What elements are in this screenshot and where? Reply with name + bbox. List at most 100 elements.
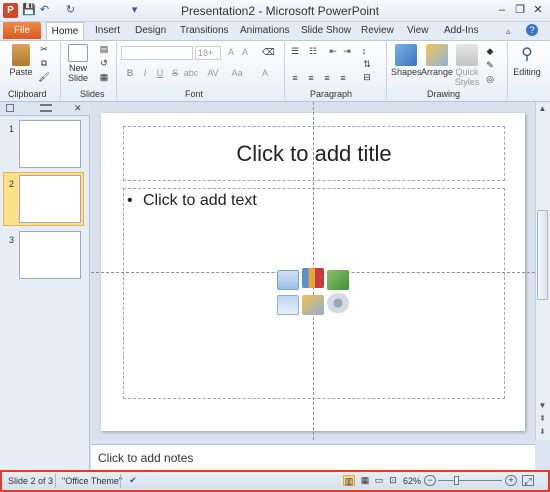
theme-name[interactable]: "Office Theme"	[62, 476, 122, 486]
slide-sorter-icon[interactable]: ▦	[359, 475, 371, 486]
quick-styles-button[interactable]: Quick Styles	[454, 44, 480, 87]
zoom-slider[interactable]	[438, 480, 502, 481]
tab-review[interactable]: Review	[361, 25, 394, 36]
help-icon[interactable]: ?	[526, 24, 538, 36]
justify-icon[interactable]: ≡	[337, 73, 349, 84]
bullets-icon[interactable]: ☰	[289, 46, 301, 57]
zoom-slider-thumb[interactable]	[454, 476, 459, 485]
customize-qat-icon[interactable]: ▾	[128, 4, 141, 17]
shapes-button[interactable]: Shapes	[391, 44, 422, 77]
align-center-icon[interactable]: ≡	[305, 73, 317, 84]
underline-icon[interactable]: U	[154, 68, 166, 79]
format-painter-icon[interactable]: 🖌	[38, 72, 50, 83]
character-spacing-icon[interactable]: AV	[205, 68, 221, 79]
insert-chart-icon[interactable]	[302, 268, 324, 288]
grow-font-icon[interactable]: A	[225, 47, 237, 58]
new-slide-label: New Slide	[67, 63, 88, 83]
insert-clip-art-icon[interactable]	[302, 295, 324, 315]
strikethrough-icon[interactable]: S	[169, 68, 181, 79]
save-icon[interactable]: 💾	[22, 4, 36, 17]
close-button[interactable]: ✕	[530, 3, 546, 18]
group-separator	[116, 42, 117, 99]
fit-slide-icon[interactable]: ⤢	[522, 475, 534, 486]
outline-tab-icon[interactable]	[40, 104, 52, 112]
tab-view[interactable]: View	[407, 25, 429, 36]
tab-file[interactable]: File	[3, 22, 41, 39]
group-separator	[60, 42, 61, 99]
shape-outline-icon[interactable]: ✎	[484, 60, 496, 71]
clear-formatting-icon[interactable]: ⌫	[262, 47, 275, 58]
tab-insert[interactable]: Insert	[95, 25, 120, 36]
slide-show-icon[interactable]: ⊡	[387, 475, 399, 486]
align-right-icon[interactable]: ≡	[321, 73, 333, 84]
previous-slide-icon[interactable]: ⇞	[536, 413, 549, 425]
shape-effects-icon[interactable]: ◎	[484, 74, 496, 85]
minimize-button[interactable]: –	[494, 3, 510, 18]
zoom-level[interactable]: 62%	[403, 476, 421, 486]
zoom-in-button[interactable]: +	[505, 475, 517, 486]
title-placeholder[interactable]: Click to add title	[123, 126, 505, 181]
next-slide-icon[interactable]: ⇟	[536, 426, 549, 438]
clipboard-icon	[12, 44, 30, 66]
align-text-icon[interactable]: ⊟	[361, 72, 373, 83]
shape-fill-icon[interactable]: ◆	[484, 46, 496, 57]
tab-animations[interactable]: Animations	[240, 25, 289, 36]
copy-icon[interactable]: ⧉	[38, 58, 50, 69]
normal-view-icon[interactable]: ▥	[343, 475, 355, 486]
arrange-button[interactable]: Arrange	[421, 44, 453, 77]
content-placeholder-text: Click to add text	[143, 192, 257, 209]
minimize-ribbon-icon[interactable]: ▵	[506, 26, 511, 37]
scroll-up-icon[interactable]: ▲	[536, 103, 549, 115]
slide-thumbnail-1[interactable]	[19, 120, 81, 168]
tab-add-ins[interactable]: Add-Ins	[444, 25, 478, 36]
editing-button[interactable]: ⚲ Editing	[511, 44, 543, 77]
tab-slide-show[interactable]: Slide Show	[301, 25, 351, 36]
section-icon[interactable]: ▦	[98, 72, 110, 83]
close-panel-icon[interactable]: ✕	[74, 103, 82, 114]
tab-home[interactable]: Home	[46, 22, 84, 41]
insert-picture-icon[interactable]	[277, 295, 299, 315]
insert-table-icon[interactable]	[277, 270, 299, 290]
line-spacing-icon[interactable]: ↕	[358, 46, 370, 57]
decrease-indent-icon[interactable]: ⇤	[327, 46, 339, 57]
font-size-combo[interactable]: 18+	[195, 46, 221, 60]
bold-icon[interactable]: B	[124, 68, 136, 79]
shrink-font-icon[interactable]: A	[239, 47, 251, 58]
change-case-icon[interactable]: Aa	[229, 68, 245, 79]
thumbnail-number: 2	[9, 179, 15, 189]
new-slide-button[interactable]: New Slide	[64, 44, 92, 83]
shadow-icon[interactable]: abc	[183, 68, 199, 79]
thumbnail-number: 3	[9, 235, 15, 245]
font-name-combo[interactable]	[121, 46, 193, 60]
redo-icon[interactable]: ↻	[64, 4, 77, 17]
slides-tab-icon[interactable]	[6, 104, 14, 112]
spell-check-icon[interactable]: ✔	[127, 475, 139, 486]
shapes-icon	[395, 44, 417, 66]
undo-icon[interactable]: ↶	[38, 4, 51, 17]
slide-thumbnail-3[interactable]	[19, 231, 81, 279]
insert-smartart-icon[interactable]	[327, 270, 349, 290]
scrollbar-thumb[interactable]	[537, 210, 548, 300]
slide-thumbnail-2[interactable]	[19, 175, 81, 223]
cut-icon[interactable]: ✂	[38, 44, 50, 55]
increase-indent-icon[interactable]: ⇥	[341, 46, 353, 57]
tab-transitions[interactable]: Transitions	[180, 25, 229, 36]
reset-icon[interactable]: ↺	[98, 58, 110, 69]
editing-label: Editing	[513, 67, 541, 77]
italic-icon[interactable]: I	[139, 68, 151, 79]
scroll-down-icon[interactable]: ▼	[536, 400, 549, 412]
restore-button[interactable]: ❐	[512, 3, 528, 18]
text-direction-icon[interactable]: ⇅	[361, 59, 373, 70]
powerpoint-logo-icon[interactable]: P	[3, 3, 18, 18]
layout-icon[interactable]: ▤	[98, 44, 110, 55]
paste-button[interactable]: Paste	[6, 44, 36, 77]
numbering-icon[interactable]: ☷	[307, 46, 319, 57]
slide-counter: Slide 2 of 3	[8, 476, 54, 486]
zoom-out-button[interactable]: −	[424, 475, 436, 486]
reading-view-icon[interactable]: ▭	[373, 475, 385, 486]
font-color-icon[interactable]: A	[259, 68, 271, 79]
align-left-icon[interactable]: ≡	[289, 73, 301, 84]
insert-media-icon[interactable]	[327, 293, 349, 313]
content-placeholder[interactable]	[123, 188, 505, 399]
tab-design[interactable]: Design	[135, 25, 166, 36]
